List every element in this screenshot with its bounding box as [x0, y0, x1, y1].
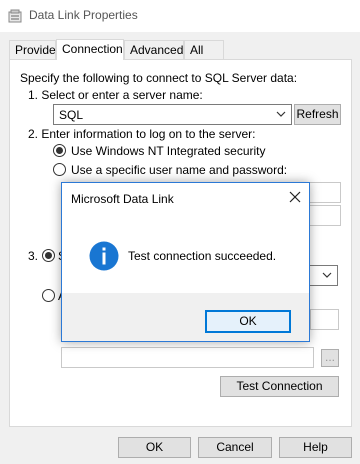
data-link-properties-window: Data Link Properties Provider Connection… — [0, 0, 360, 464]
logical-name-field[interactable] — [61, 347, 314, 368]
nt-security-label: Use Windows NT Integrated security — [71, 144, 266, 158]
tab-provider[interactable]: Provider — [9, 40, 60, 59]
chevron-down-icon[interactable] — [276, 109, 286, 119]
nt-security-radio[interactable] — [53, 144, 66, 157]
message-dialog: Microsoft Data Link Test connection succ… — [61, 182, 310, 342]
step3-number: 3. — [28, 249, 39, 263]
specific-user-label: Use a specific user name and password: — [71, 163, 288, 177]
browse-button[interactable]: ... — [321, 349, 339, 367]
refresh-button[interactable]: Refresh — [294, 104, 341, 125]
window-title: Data Link Properties — [29, 8, 138, 22]
tab-all[interactable]: All — [184, 40, 224, 59]
chevron-down-icon[interactable] — [322, 270, 332, 280]
help-button[interactable]: Help — [279, 437, 352, 458]
step1-label: 1. Select or enter a server name: — [28, 88, 203, 102]
database-combobox[interactable] — [308, 265, 338, 286]
select-database-radio[interactable] — [42, 249, 55, 262]
specific-user-radio[interactable] — [53, 163, 66, 176]
tab-connection[interactable]: Connection — [56, 39, 124, 60]
server-name-combobox[interactable]: SQL — [53, 104, 292, 125]
server-name-value: SQL — [59, 108, 84, 122]
cancel-button[interactable]: Cancel — [198, 437, 272, 458]
app-icon — [8, 9, 22, 23]
dialog-message: Test connection succeeded. — [128, 249, 277, 263]
dialog-ok-button[interactable]: OK — [205, 310, 291, 333]
title-bar: Data Link Properties — [0, 0, 360, 32]
attach-filename-field[interactable] — [310, 309, 339, 330]
step2-label: 2. Enter information to log on to the se… — [28, 127, 256, 141]
close-icon[interactable] — [287, 189, 303, 205]
intro-text: Specify the following to connect to SQL … — [20, 71, 298, 85]
dialog-title: Microsoft Data Link — [71, 192, 174, 206]
ok-button[interactable]: OK — [118, 437, 191, 458]
tab-advanced[interactable]: Advanced — [124, 40, 184, 59]
test-connection-button[interactable]: Test Connection — [220, 376, 339, 397]
attach-database-radio[interactable] — [42, 289, 55, 302]
info-icon — [89, 241, 119, 271]
